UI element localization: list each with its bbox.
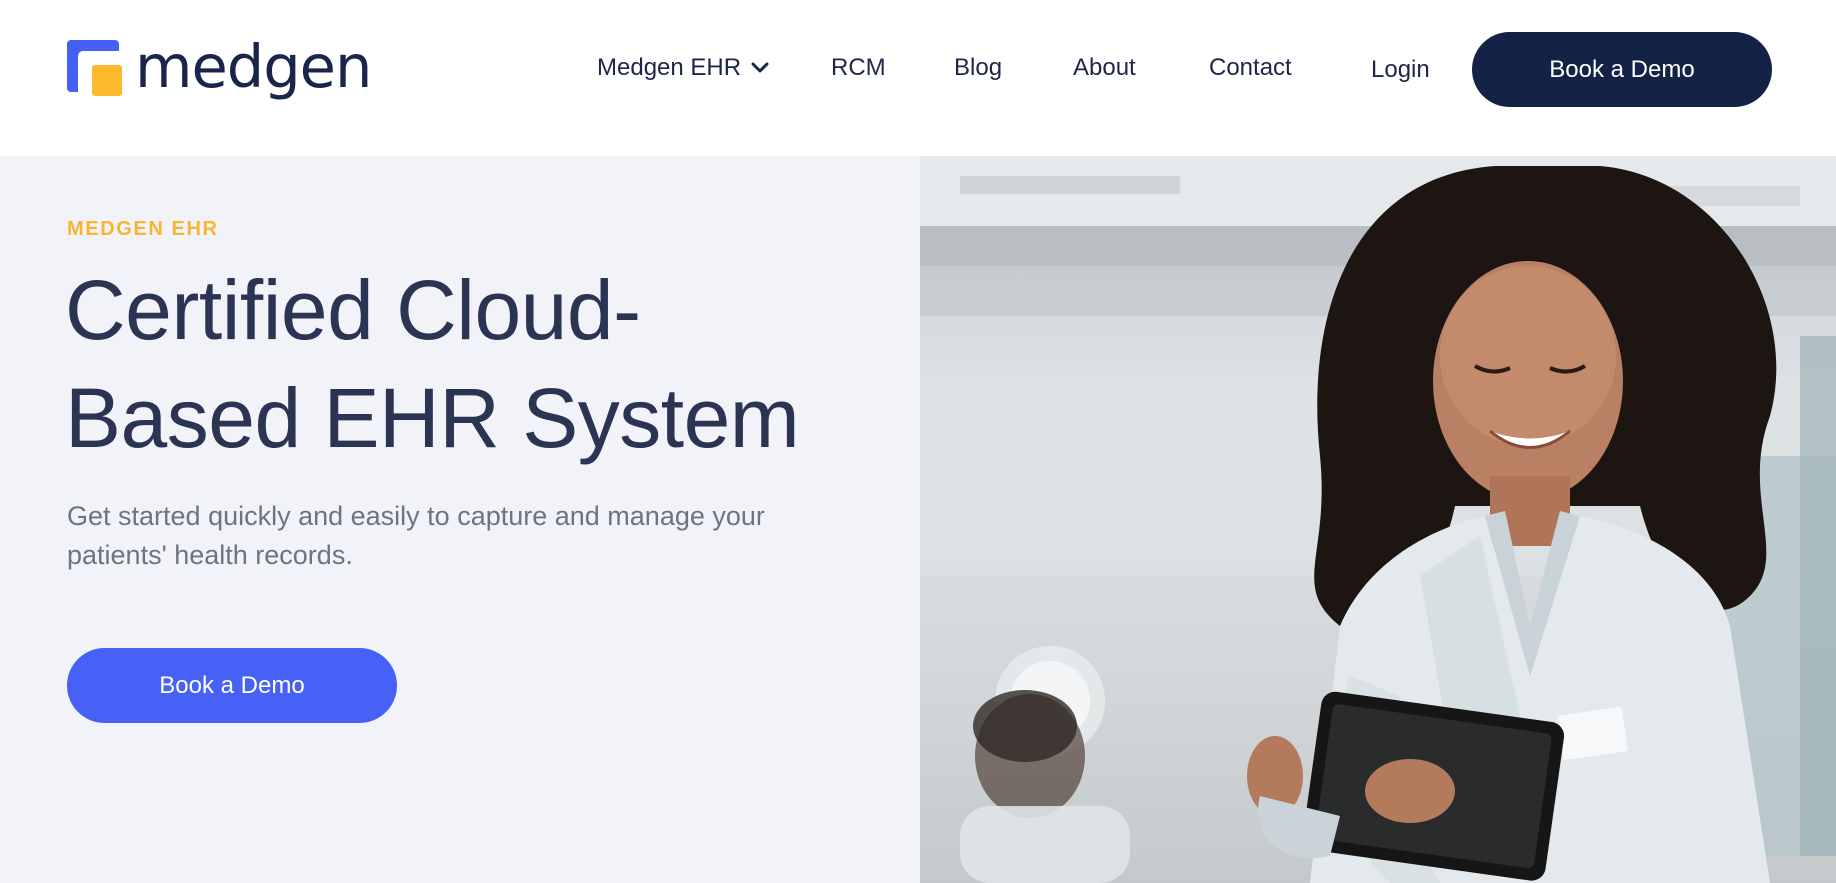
doctor-with-tablet-illustration — [920, 156, 1836, 883]
chevron-down-icon — [751, 62, 769, 73]
hero-photo — [920, 156, 1836, 883]
nav-item-medgen-ehr[interactable]: Medgen EHR — [597, 50, 769, 86]
hero-eyebrow: MEDGEN EHR — [67, 218, 219, 240]
book-demo-hero-button[interactable]: Book a Demo — [67, 648, 397, 723]
nav-item-rcm[interactable]: RCM — [831, 50, 886, 86]
hero-headline: Certified Cloud- Based EHR System — [65, 256, 885, 472]
hero-headline-line-2: Based EHR System — [65, 371, 800, 465]
book-demo-header-button[interactable]: Book a Demo — [1472, 32, 1772, 107]
nav-item-contact[interactable]: Contact — [1209, 50, 1292, 86]
hero-subtext: Get started quickly and easily to captur… — [67, 501, 765, 570]
logo-mark-icon — [67, 38, 125, 100]
nav-item-label: Medgen EHR — [597, 54, 742, 81]
site-header: medgen Medgen EHR RCM Blog About Contact… — [0, 0, 1836, 156]
logo-wordmark: medgen — [135, 31, 372, 101]
medgen-logo[interactable]: medgen — [67, 31, 372, 104]
login-link[interactable]: Login — [1371, 52, 1430, 88]
nav-item-blog[interactable]: Blog — [954, 50, 1002, 86]
hero-headline-line-1: Certified Cloud- — [65, 263, 641, 357]
nav-item-about[interactable]: About — [1073, 50, 1136, 86]
